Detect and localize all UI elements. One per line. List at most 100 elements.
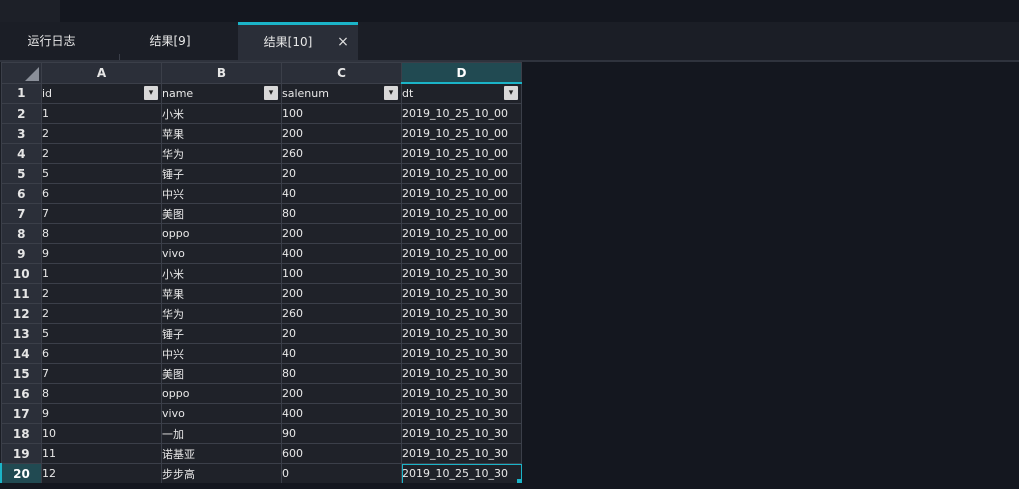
column-header-d[interactable]: D — [401, 62, 522, 84]
table-cell[interactable]: 260 — [281, 303, 402, 324]
table-cell[interactable]: 2019_10_25_10_00 — [401, 123, 522, 144]
table-cell[interactable]: 200 — [281, 383, 402, 404]
row-number[interactable]: 18 — [0, 423, 42, 444]
close-icon[interactable]: × — [336, 25, 350, 60]
row-number[interactable]: 20 — [0, 463, 42, 484]
table-cell[interactable]: 6 — [41, 183, 162, 204]
row-number[interactable]: 8 — [0, 223, 42, 244]
field-header-cell[interactable]: id ▾ — [41, 82, 162, 104]
table-cell[interactable]: 锤子 — [161, 163, 282, 184]
table-cell[interactable]: 1 — [41, 263, 162, 284]
tab-result-10[interactable]: 结果[10] × — [238, 22, 358, 60]
row-number[interactable]: 16 — [0, 383, 42, 404]
select-all-corner[interactable] — [0, 62, 42, 84]
table-cell[interactable]: 7 — [41, 363, 162, 384]
table-cell[interactable]: oppo — [161, 383, 282, 404]
table-cell[interactable]: 200 — [281, 123, 402, 144]
table-cell[interactable]: 锤子 — [161, 323, 282, 344]
table-cell[interactable]: 华为 — [161, 303, 282, 324]
table-cell[interactable]: 100 — [281, 263, 402, 284]
table-cell[interactable]: 2019_10_25_10_00 — [401, 103, 522, 124]
table-cell[interactable]: 中兴 — [161, 343, 282, 364]
table-cell[interactable]: 8 — [41, 383, 162, 404]
table-cell[interactable]: vivo — [161, 403, 282, 424]
row-number[interactable]: 9 — [0, 243, 42, 264]
table-cell[interactable]: 一加 — [161, 423, 282, 444]
table-cell[interactable]: 1 — [41, 103, 162, 124]
field-header-cell[interactable]: dt ▾ — [401, 82, 522, 104]
table-cell[interactable]: 2019_10_25_10_30 — [401, 303, 522, 324]
filter-dropdown-icon[interactable]: ▾ — [504, 86, 518, 100]
filter-dropdown-icon[interactable]: ▾ — [264, 85, 278, 100]
table-cell[interactable]: 80 — [281, 203, 402, 224]
table-cell[interactable]: 2 — [41, 283, 162, 304]
row-number[interactable]: 15 — [0, 363, 42, 384]
table-cell[interactable]: 6 — [41, 343, 162, 364]
filter-dropdown-icon[interactable]: ▾ — [144, 85, 158, 100]
table-cell[interactable]: 诺基亚 — [161, 443, 282, 464]
table-cell[interactable]: 7 — [41, 203, 162, 224]
row-number[interactable]: 7 — [0, 203, 42, 224]
table-cell[interactable]: 2019_10_25_10_30 — [401, 423, 522, 444]
row-number[interactable]: 4 — [0, 143, 42, 164]
filter-dropdown-icon[interactable]: ▾ — [384, 85, 398, 100]
tab-run-log[interactable]: 运行日志 — [0, 22, 103, 60]
table-cell[interactable]: 9 — [41, 403, 162, 424]
row-number[interactable]: 12 — [0, 303, 42, 324]
table-cell[interactable]: 20 — [281, 323, 402, 344]
table-cell[interactable]: 2019_10_25_10_30 — [401, 383, 522, 404]
table-cell[interactable]: 2019_10_25_10_30 — [401, 363, 522, 384]
table-cell[interactable]: 5 — [41, 323, 162, 344]
table-cell[interactable]: vivo — [161, 243, 282, 264]
table-cell[interactable]: 2019_10_25_10_30 — [401, 323, 522, 344]
table-cell[interactable]: 2019_10_25_10_00 — [401, 183, 522, 204]
table-cell[interactable]: 100 — [281, 103, 402, 124]
table-cell[interactable]: oppo — [161, 223, 282, 244]
field-header-cell[interactable]: salenum ▾ — [281, 82, 402, 104]
table-cell[interactable]: 苹果 — [161, 283, 282, 304]
row-number[interactable]: 13 — [0, 323, 42, 344]
row-number[interactable]: 19 — [0, 443, 42, 464]
table-cell[interactable]: 2019_10_25_10_30 — [401, 403, 522, 424]
table-cell[interactable]: 2019_10_25_10_30 — [401, 263, 522, 284]
table-cell[interactable]: 2019_10_25_10_30 — [401, 283, 522, 304]
row-number[interactable]: 17 — [0, 403, 42, 424]
tab-result-9[interactable]: 结果[9] — [120, 22, 220, 60]
table-cell[interactable]: 80 — [281, 363, 402, 384]
column-header-c[interactable]: C — [281, 62, 402, 84]
table-cell[interactable]: 11 — [41, 443, 162, 464]
table-cell[interactable]: 9 — [41, 243, 162, 264]
table-cell[interactable]: 2 — [41, 143, 162, 164]
table-cell[interactable]: 20 — [281, 163, 402, 184]
table-cell[interactable]: 中兴 — [161, 183, 282, 204]
row-number[interactable]: 10 — [0, 263, 42, 284]
table-cell[interactable]: 400 — [281, 403, 402, 424]
table-cell[interactable]: 0 — [281, 463, 402, 484]
row-number[interactable]: 6 — [0, 183, 42, 204]
table-cell[interactable]: 美图 — [161, 203, 282, 224]
row-number[interactable]: 14 — [0, 343, 42, 364]
table-cell[interactable]: 2019_10_25_10_30 — [401, 463, 522, 484]
table-cell[interactable]: 步步高 — [161, 463, 282, 484]
row-number[interactable]: 5 — [0, 163, 42, 184]
table-cell[interactable]: 2019_10_25_10_30 — [401, 443, 522, 464]
table-cell[interactable]: 2019_10_25_10_00 — [401, 163, 522, 184]
table-cell[interactable]: 2019_10_25_10_30 — [401, 343, 522, 364]
table-cell[interactable]: 200 — [281, 223, 402, 244]
table-cell[interactable]: 2019_10_25_10_00 — [401, 223, 522, 244]
table-cell[interactable]: 260 — [281, 143, 402, 164]
row-number[interactable]: 11 — [0, 283, 42, 304]
table-cell[interactable]: 苹果 — [161, 123, 282, 144]
table-cell[interactable]: 90 — [281, 423, 402, 444]
table-cell[interactable]: 8 — [41, 223, 162, 244]
table-cell[interactable]: 小米 — [161, 263, 282, 284]
table-cell[interactable]: 40 — [281, 183, 402, 204]
column-header-a[interactable]: A — [41, 62, 162, 84]
table-cell[interactable]: 美图 — [161, 363, 282, 384]
table-cell[interactable]: 2019_10_25_10_00 — [401, 203, 522, 224]
row-number[interactable]: 2 — [0, 103, 42, 124]
table-cell[interactable]: 5 — [41, 163, 162, 184]
table-cell[interactable]: 10 — [41, 423, 162, 444]
table-cell[interactable]: 400 — [281, 243, 402, 264]
table-cell[interactable]: 2 — [41, 303, 162, 324]
